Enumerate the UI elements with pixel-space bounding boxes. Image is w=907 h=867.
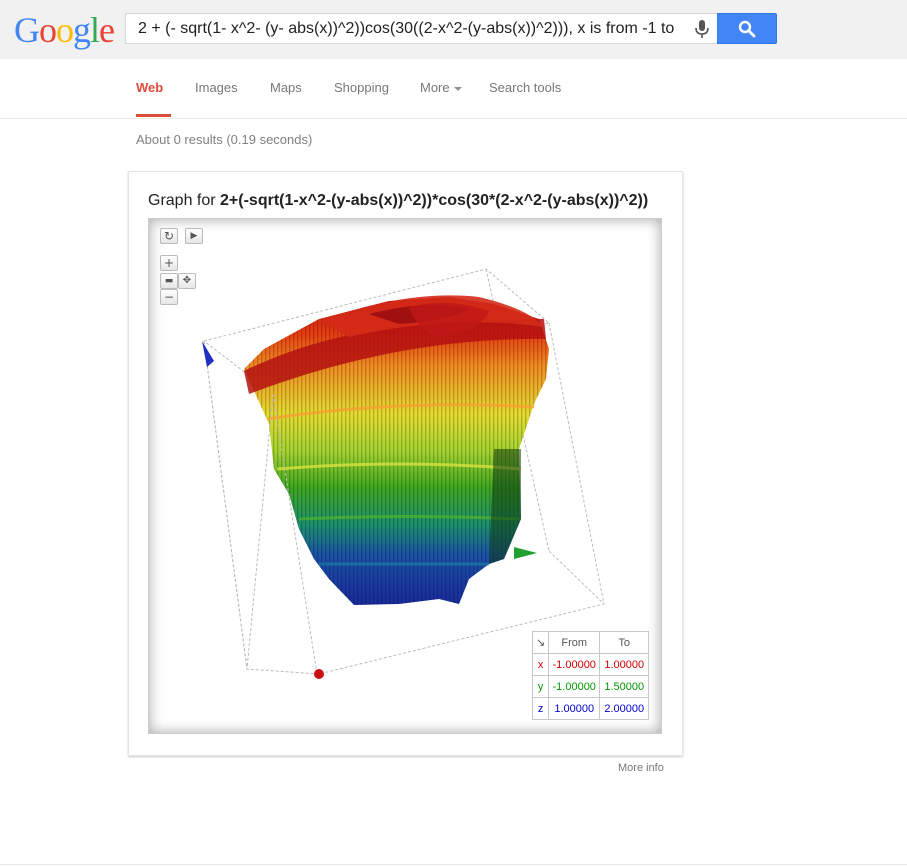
range-var-x: x (531, 653, 550, 676)
chevron-down-icon (453, 86, 462, 91)
range-header-to: To (599, 631, 650, 654)
more-info-link[interactable]: More info (618, 762, 664, 774)
result-stats: About 0 results (0.19 seconds) (136, 132, 313, 147)
graph-plot-area[interactable]: ↻ ▶ + ▬ ✥ − ↘ From To x -1.00000 1.00000… (148, 218, 662, 734)
graph-title: Graph for 2+(-sqrt(1-x^2-(y-abs(x))^2))*… (148, 192, 648, 210)
range-z-from[interactable]: 1.00000 (548, 697, 601, 720)
zoom-in-button[interactable]: + (160, 255, 178, 271)
microphone-icon[interactable] (691, 18, 713, 40)
search-tabs: Web Images Maps Shopping More Search too… (0, 59, 907, 119)
graph-card: Graph for 2+(-sqrt(1-x^2-(y-abs(x))^2))*… (128, 171, 683, 756)
range-x-to[interactable]: 1.00000 (599, 653, 650, 676)
tab-web[interactable]: Web (136, 80, 163, 95)
range-var-y: y (531, 675, 550, 698)
active-tab-indicator (136, 114, 171, 117)
pan-icon[interactable]: ✥ (178, 273, 196, 289)
range-table-corner-icon: ↘ (531, 631, 550, 654)
search-box[interactable]: 2 + (- sqrt(1- x^2- (y- abs(x))^2))cos(3… (125, 13, 717, 44)
camera-icon[interactable]: ▬ (160, 273, 178, 289)
graph-formula: 2+(-sqrt(1-x^2-(y-abs(x))^2))*cos(30*(2-… (220, 192, 649, 209)
z-axis-arrow-icon (202, 341, 214, 367)
graph-title-prefix: Graph for (148, 192, 221, 209)
logo-letter: o (39, 10, 57, 50)
tab-shopping[interactable]: Shopping (334, 80, 389, 95)
range-y-from[interactable]: -1.00000 (548, 675, 601, 698)
range-var-z: z (531, 697, 550, 720)
logo-letter: g (73, 10, 91, 50)
tab-more-label: More (420, 80, 450, 95)
search-button[interactable] (717, 13, 777, 44)
range-header-from: From (548, 631, 601, 654)
tab-images[interactable]: Images (195, 80, 238, 95)
range-y-to[interactable]: 1.50000 (599, 675, 650, 698)
range-table: ↘ From To x -1.00000 1.00000 y -1.00000 … (531, 631, 650, 720)
y-axis-arrow-icon (514, 547, 537, 559)
search-input[interactable]: 2 + (- sqrt(1- x^2- (y- abs(x))^2))cos(3… (138, 14, 686, 43)
range-x-from[interactable]: -1.00000 (548, 653, 601, 676)
tab-search-tools[interactable]: Search tools (489, 80, 561, 95)
google-logo[interactable]: Google (14, 10, 115, 50)
origin-marker (314, 669, 324, 679)
logo-letter: G (14, 10, 40, 50)
footer-divider (0, 864, 907, 865)
tab-maps[interactable]: Maps (270, 80, 302, 95)
tab-more[interactable]: More (420, 80, 462, 95)
reset-view-button[interactable]: ↻ (160, 228, 178, 244)
top-bar: Google 2 + (- sqrt(1- x^2- (y- abs(x))^2… (0, 0, 907, 59)
logo-letter: e (99, 10, 115, 50)
logo-letter: o (56, 10, 74, 50)
magnifier-icon (738, 20, 756, 38)
surface-mesh (244, 295, 549, 605)
play-button[interactable]: ▶ (185, 228, 203, 244)
zoom-out-button[interactable]: − (160, 289, 178, 305)
logo-letter: l (90, 10, 100, 50)
range-z-to[interactable]: 2.00000 (599, 697, 650, 720)
